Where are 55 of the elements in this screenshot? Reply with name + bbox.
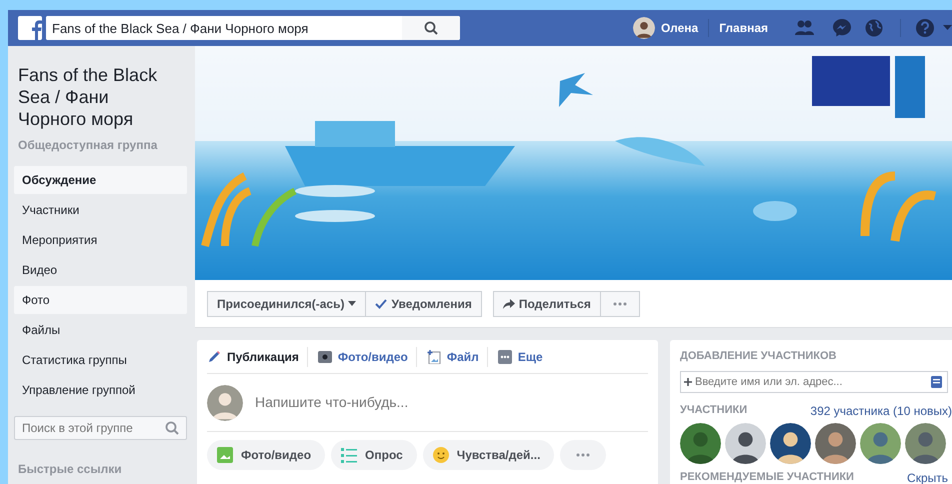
sidebar-item[interactable]: Управление группой bbox=[14, 376, 187, 404]
more-icon bbox=[576, 453, 590, 457]
hide-link[interactable]: Скрыть bbox=[907, 468, 948, 484]
messenger-icon[interactable] bbox=[832, 18, 852, 38]
help-icon[interactable] bbox=[915, 18, 935, 38]
sidebar-item[interactable]: Файлы bbox=[14, 316, 187, 344]
contacts-icon[interactable] bbox=[931, 376, 942, 388]
section-heading: УЧАСТНИКИ bbox=[680, 402, 748, 418]
composer-tab[interactable]: Файл bbox=[426, 348, 487, 366]
composer-tab[interactable]: Еще bbox=[498, 348, 551, 366]
photo-icon bbox=[217, 447, 233, 463]
sidebar-item[interactable]: Участники bbox=[14, 196, 187, 224]
avatar bbox=[207, 384, 243, 420]
section-heading: РЕКОМЕНДУЕМЫЕ УЧАСТНИКИ bbox=[680, 470, 854, 484]
avatar bbox=[632, 17, 655, 39]
globe-icon[interactable] bbox=[864, 18, 884, 38]
section-heading: ДОБАВЛЕНИЕ УЧАСТНИКОВ bbox=[680, 349, 838, 364]
composer-tab[interactable]: Публикация bbox=[207, 348, 307, 366]
join-button[interactable]: Присоединился(-ась) bbox=[207, 290, 366, 316]
notifications-button[interactable]: Уведомления bbox=[366, 290, 482, 316]
home-link[interactable]: Главная bbox=[719, 19, 768, 37]
profile-link[interactable]: Олена bbox=[660, 19, 698, 37]
caret-icon bbox=[348, 301, 356, 306]
composer-tab[interactable]: Фото/видео bbox=[318, 348, 416, 366]
sidebar-item[interactable]: Обсуждение bbox=[14, 166, 187, 194]
group-search-field[interactable]: Поиск в этой группе bbox=[14, 416, 187, 440]
sidebar-item[interactable]: Статистика группы bbox=[14, 346, 187, 374]
photo-video-button[interactable]: Фото/видео bbox=[207, 440, 326, 470]
smiley-icon bbox=[432, 447, 449, 463]
members-count-link[interactable]: 392 участника (10 новых) bbox=[810, 402, 952, 420]
share-arrow-icon bbox=[502, 298, 515, 308]
sidebar-item[interactable]: Видео bbox=[14, 256, 187, 284]
group-title: Fans of the Black Sea / Фани Чорного моря bbox=[17, 64, 158, 130]
file-icon bbox=[426, 350, 441, 364]
privacy-label: Общедоступная группа bbox=[17, 137, 158, 154]
check-icon bbox=[375, 298, 388, 308]
plus-icon bbox=[684, 378, 692, 386]
search-icon bbox=[424, 21, 438, 35]
poll-button[interactable]: Опрос bbox=[331, 440, 417, 470]
feeling-button[interactable]: Чувства/дей... bbox=[422, 440, 554, 470]
list-icon bbox=[341, 447, 358, 463]
search-icon[interactable] bbox=[165, 421, 179, 435]
more-icon bbox=[612, 302, 627, 306]
more-icon bbox=[498, 350, 512, 364]
friends-icon[interactable] bbox=[794, 18, 814, 38]
add-member-field[interactable]: Введите имя или эл. адрес... bbox=[680, 370, 948, 392]
share-button[interactable]: Поделиться bbox=[492, 290, 601, 316]
caret-icon[interactable] bbox=[943, 25, 952, 31]
pencil-icon bbox=[207, 350, 221, 364]
sidebar-item[interactable]: Фото bbox=[14, 286, 187, 314]
search-button[interactable] bbox=[402, 16, 460, 40]
section-heading: Быстрые ссылки bbox=[18, 461, 123, 478]
facebook-logo[interactable] bbox=[18, 16, 42, 40]
sidebar-item[interactable]: Мероприятия bbox=[14, 226, 187, 254]
camera-icon bbox=[318, 350, 332, 364]
